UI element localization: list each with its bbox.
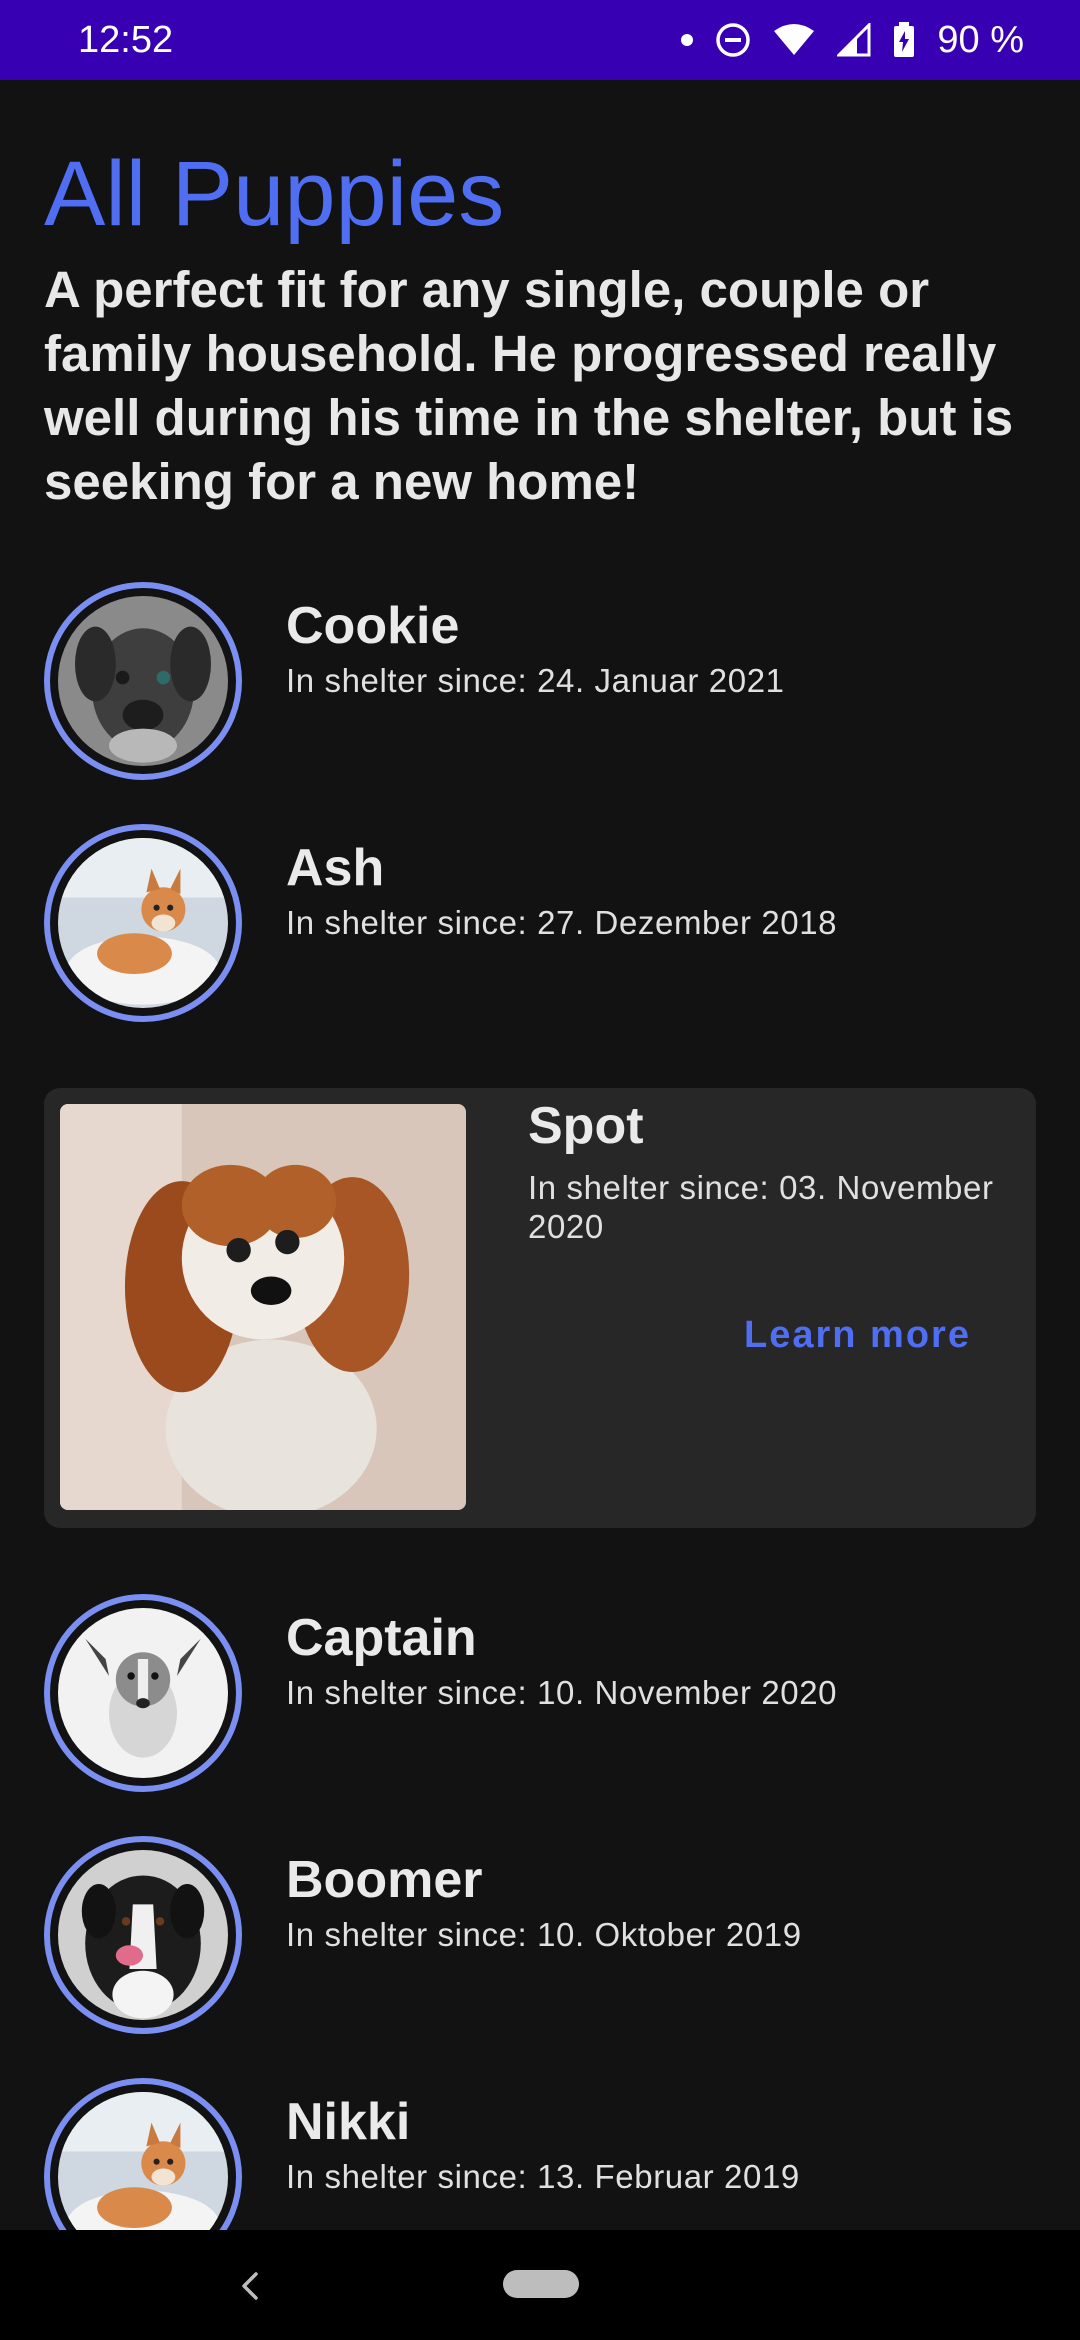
avatar — [44, 1836, 242, 2034]
battery-charging-icon — [893, 22, 915, 58]
list-item-captain[interactable]: Captain In shelter since: 10. November 2… — [44, 1594, 1044, 1794]
navigation-bar — [0, 2230, 1080, 2340]
puppy-list-screen[interactable]: All Puppies A perfect fit for any single… — [0, 80, 1080, 2230]
shelter-date: In shelter since: 10. November 2020 — [286, 1674, 838, 1711]
puppy-photo-spot — [60, 1104, 466, 1510]
avatar — [44, 1594, 242, 1792]
puppy-name: Captain — [286, 1609, 477, 1667]
page-description: A perfect fit for any single, couple or … — [44, 261, 1014, 510]
home-pill-icon[interactable] — [503, 2270, 579, 2298]
featured-card-spot[interactable]: Spot In shelter since: 03. November 2020… — [44, 1088, 1036, 1528]
list-item-boomer[interactable]: Boomer In shelter since: 10. Oktober 201… — [44, 1836, 1044, 2036]
battery-percent: 90 % — [937, 18, 1024, 61]
shelter-date: In shelter since: 27. Dezember 2018 — [286, 904, 838, 941]
card-image — [60, 1104, 466, 1510]
status-icons: 90 % — [681, 19, 1024, 62]
cell-signal-icon — [837, 23, 871, 57]
puppy-photo-cookie — [58, 596, 228, 766]
list-item-cookie[interactable]: Cookie In shelter since: 24. Januar 2021 — [44, 582, 1044, 782]
avatar — [44, 582, 242, 780]
shelter-date: In shelter since: 13. Februar 2019 — [286, 2158, 800, 2195]
status-time: 12:52 — [78, 18, 174, 61]
status-bar: 12:52 90 % — [0, 0, 1080, 80]
avatar — [44, 2078, 242, 2230]
notification-dot-icon — [681, 34, 694, 46]
page-title: All Puppies — [44, 143, 505, 245]
wifi-icon — [773, 23, 815, 57]
puppy-photo-nikki — [58, 2092, 228, 2230]
puppy-name: Nikki — [286, 2093, 411, 2151]
shelter-date: In shelter since: 03. November 2020 — [528, 1169, 994, 1245]
avatar — [44, 824, 242, 1022]
shelter-date: In shelter since: 10. Oktober 2019 — [286, 1916, 802, 1953]
puppy-name: Boomer — [286, 1851, 483, 1909]
puppy-name: Spot — [528, 1097, 644, 1155]
list-item-nikki[interactable]: Nikki In shelter since: 13. Februar 2019 — [44, 2078, 1044, 2230]
puppy-name: Cookie — [286, 597, 460, 655]
learn-more-button[interactable]: Learn more — [744, 1314, 971, 1357]
back-icon[interactable] — [238, 2270, 262, 2307]
list-item-ash[interactable]: Ash In shelter since: 27. Dezember 2018 — [44, 824, 1044, 1024]
do-not-disturb-icon — [715, 22, 751, 58]
puppy-photo-boomer — [58, 1850, 228, 2020]
shelter-date: In shelter since: 24. Januar 2021 — [286, 662, 785, 699]
puppy-photo-captain — [58, 1608, 228, 1778]
puppy-name: Ash — [286, 839, 385, 897]
puppy-photo-ash — [58, 838, 228, 1008]
